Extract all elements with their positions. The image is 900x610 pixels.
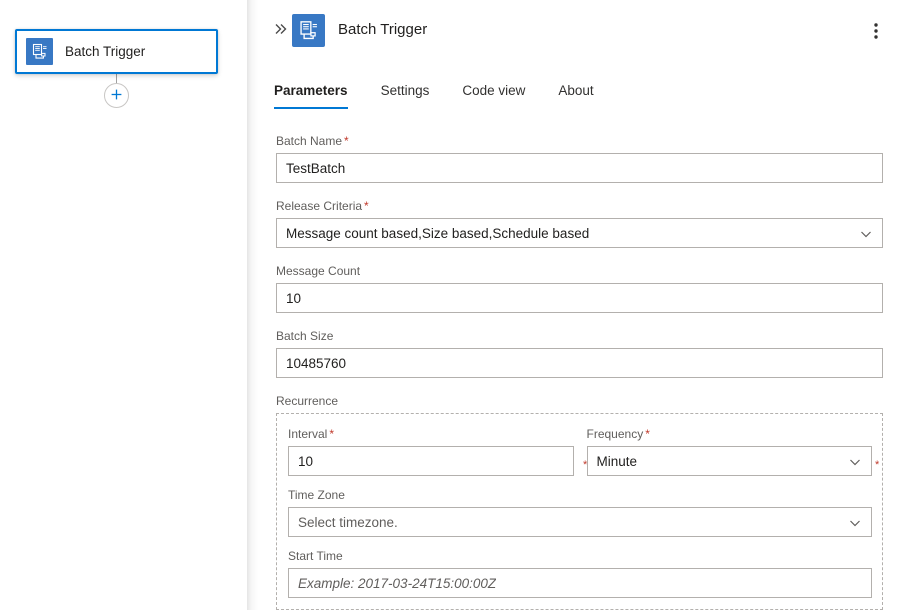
time-zone-label: Time Zone — [288, 486, 872, 504]
release-criteria-dropdown[interactable]: Message count based,Size based,Schedule … — [276, 218, 883, 248]
tab-about[interactable]: About — [558, 82, 593, 100]
chevron-down-icon — [849, 455, 861, 467]
frequency-dropdown[interactable]: Minute — [587, 446, 873, 476]
node-label: Batch Trigger — [65, 44, 145, 59]
batch-size-input[interactable]: 10485760 — [276, 348, 883, 378]
batch-trigger-icon — [26, 38, 53, 65]
required-asterisk: * — [329, 427, 334, 441]
batch-name-label: Batch Name* — [276, 132, 883, 150]
double-chevron-right-icon — [273, 21, 289, 40]
more-vertical-icon — [874, 22, 878, 43]
tab-code-view[interactable]: Code view — [462, 82, 525, 100]
chevron-down-icon — [860, 227, 872, 239]
panel-header: Batch Trigger — [258, 0, 900, 66]
plus-icon — [110, 88, 123, 104]
message-count-value: 10 — [277, 291, 301, 306]
batch-name-label-text: Batch Name — [276, 134, 342, 148]
recurrence-group: Interval* 10 Frequency* Minute — [276, 413, 883, 610]
workflow-node-batch-trigger[interactable]: Batch Trigger — [15, 29, 218, 74]
batch-name-value: TestBatch — [277, 161, 345, 176]
release-criteria-label: Release Criteria* — [276, 197, 883, 215]
recurrence-top-row: Interval* 10 Frequency* Minute — [288, 425, 872, 486]
batch-size-value: 10485760 — [277, 356, 346, 371]
message-count-label: Message Count — [276, 262, 883, 280]
workflow-canvas: Batch Trigger — [0, 0, 247, 610]
interval-value: 10 — [289, 454, 313, 469]
batch-name-input[interactable]: TestBatch — [276, 153, 883, 183]
chevron-down-icon — [849, 516, 861, 528]
page-title: Batch Trigger — [338, 21, 427, 38]
interval-trailing-asterisk: * — [583, 460, 587, 471]
required-asterisk: * — [344, 134, 349, 148]
release-criteria-label-text: Release Criteria — [276, 199, 362, 213]
tab-bar: Parameters Settings Code view About — [274, 82, 627, 112]
more-options-button[interactable] — [862, 18, 890, 46]
frequency-value: Minute — [588, 454, 638, 469]
required-asterisk: * — [364, 199, 369, 213]
interval-input[interactable]: 10 — [288, 446, 574, 476]
frequency-trailing-asterisk: * — [875, 460, 879, 471]
start-time-placeholder: Example: 2017-03-24T15:00:00Z — [289, 576, 496, 591]
tab-settings[interactable]: Settings — [381, 82, 430, 100]
interval-label: Interval* — [288, 425, 574, 443]
time-zone-dropdown[interactable]: Select timezone. — [288, 507, 872, 537]
batch-size-label: Batch Size — [276, 327, 883, 345]
details-panel: Batch Trigger Parameters Settings Code v… — [258, 0, 900, 610]
add-step-button[interactable] — [104, 83, 129, 108]
release-criteria-value: Message count based,Size based,Schedule … — [277, 226, 589, 241]
interval-label-text: Interval — [288, 427, 327, 441]
required-asterisk: * — [645, 427, 650, 441]
time-zone-placeholder: Select timezone. — [289, 515, 398, 530]
tab-parameters[interactable]: Parameters — [274, 82, 348, 100]
panel-divider — [247, 0, 258, 610]
message-count-input[interactable]: 10 — [276, 283, 883, 313]
collapse-panel-button[interactable] — [269, 18, 293, 42]
frequency-label-text: Frequency — [587, 427, 644, 441]
frequency-field: Frequency* Minute — [587, 425, 873, 486]
frequency-label: Frequency* — [587, 425, 873, 443]
batch-trigger-icon — [292, 14, 325, 47]
interval-field: Interval* 10 — [288, 425, 574, 486]
start-time-label: Start Time — [288, 547, 872, 565]
recurrence-label: Recurrence — [276, 392, 883, 410]
parameters-form: Batch Name* TestBatch Release Criteria* … — [276, 132, 883, 610]
start-time-input[interactable]: Example: 2017-03-24T15:00:00Z — [288, 568, 872, 598]
